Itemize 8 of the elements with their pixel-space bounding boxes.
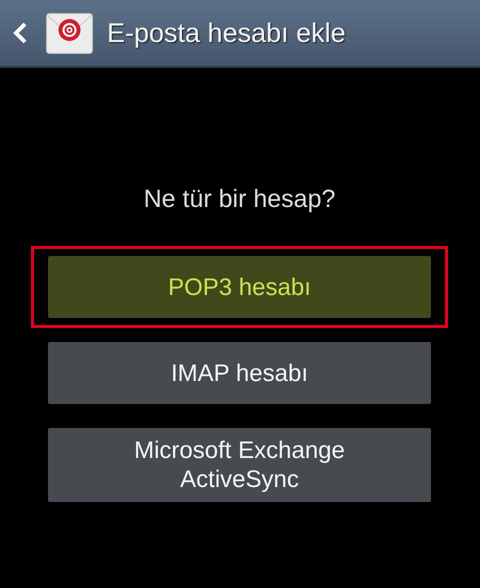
- account-type-button[interactable]: POP3 hesabı: [48, 256, 431, 318]
- question-text: Ne tür bir hesap?: [142, 184, 336, 215]
- screen-title: E-posta hesabı ekle: [107, 18, 346, 48]
- back-button[interactable]: [12, 12, 93, 54]
- account-type-button[interactable]: Microsoft Exchange ActiveSync: [48, 428, 431, 502]
- account-type-button[interactable]: IMAP hesabı: [48, 342, 431, 404]
- envelope-icon: [46, 12, 93, 54]
- back-chevron-icon: [12, 22, 28, 44]
